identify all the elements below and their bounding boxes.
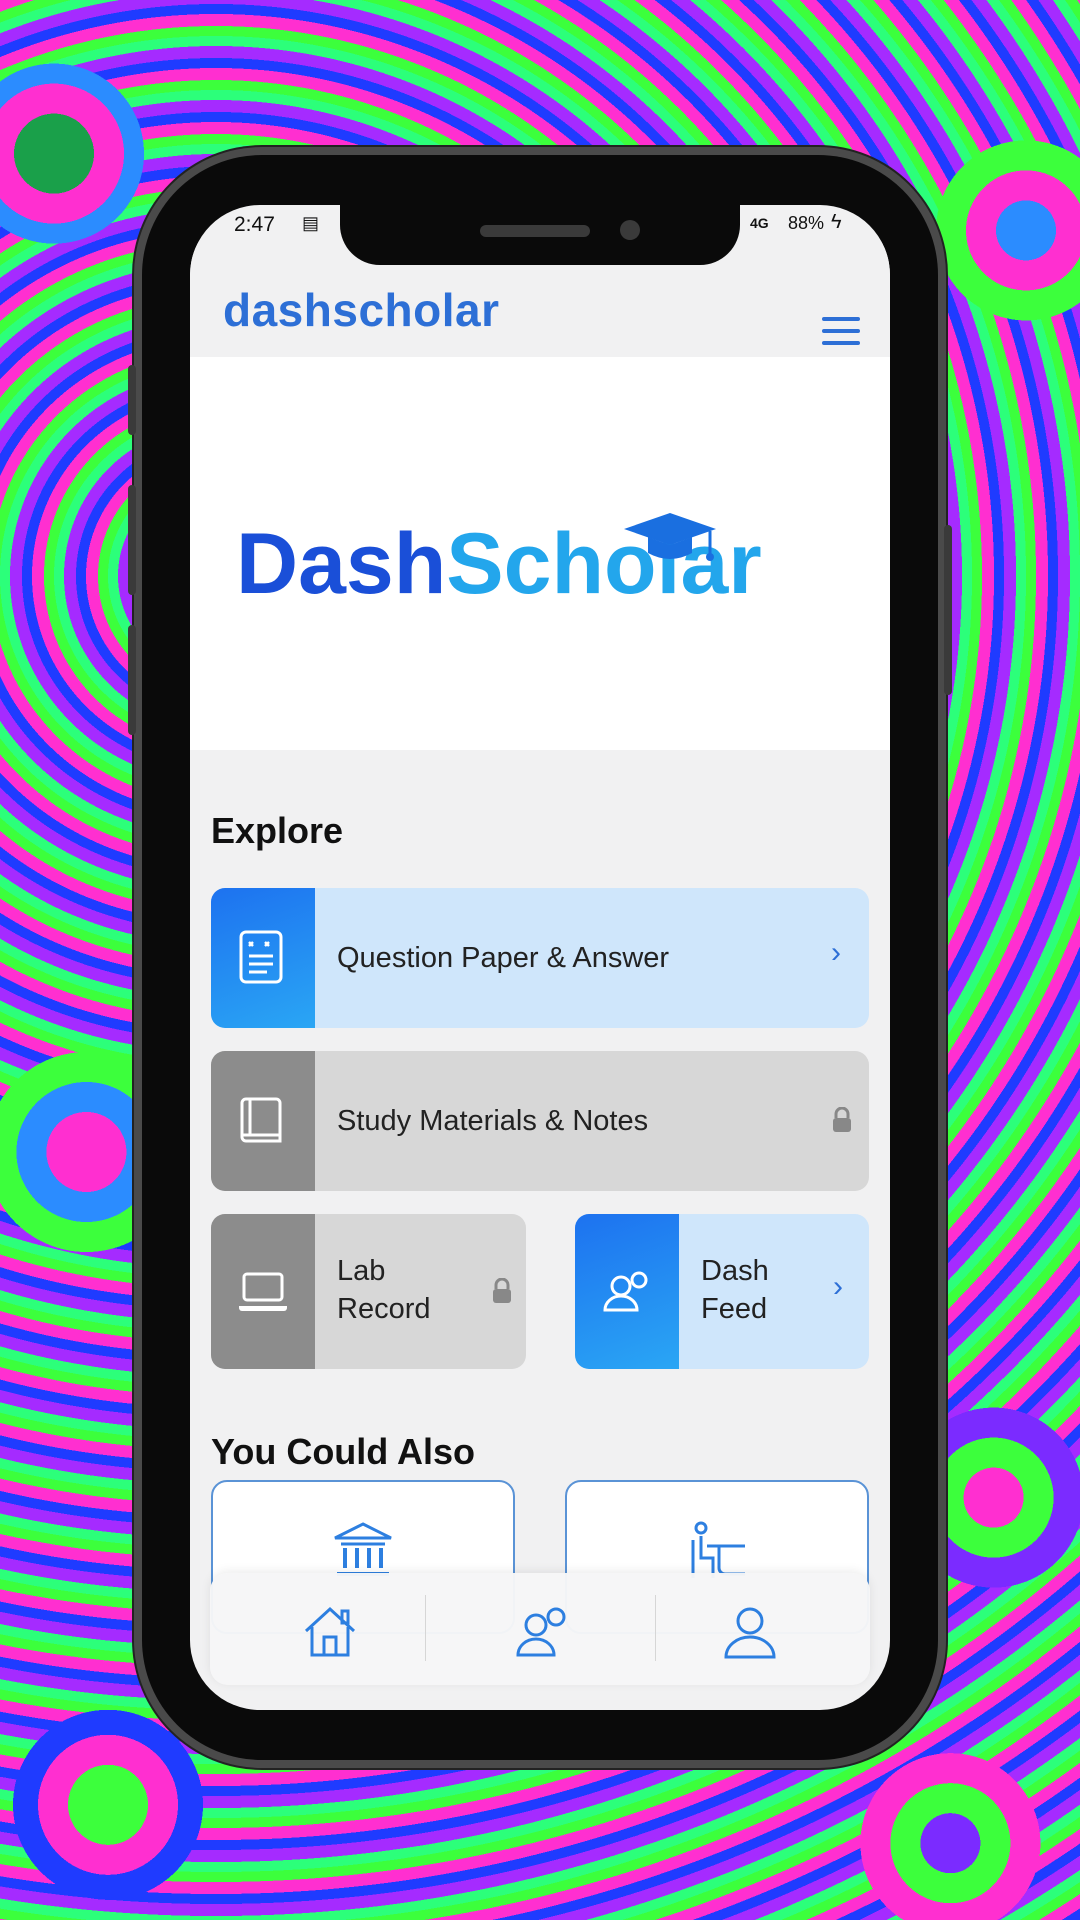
- speaker: [480, 225, 590, 237]
- mute-switch: [128, 365, 136, 435]
- question-paper-label: Question Paper & Answer: [337, 942, 670, 974]
- lab-record-label-line2: Record: [337, 1293, 431, 1325]
- user-feed-icon: [603, 1271, 648, 1311]
- bottom-navigation: [210, 1573, 870, 1685]
- explore-title: Explore: [211, 810, 344, 851]
- book-icon: [240, 1097, 282, 1143]
- hero-logo-dash: Dash: [236, 516, 447, 612]
- chevron-right-icon: ›: [831, 936, 841, 969]
- hamburger-menu-icon[interactable]: [822, 317, 860, 345]
- dash-feed-icon-box: [575, 1214, 679, 1369]
- network-indicator: 4G: [750, 215, 769, 231]
- status-time: 2:47: [234, 213, 275, 236]
- question-paper-icon: [239, 930, 283, 984]
- nav-divider: [425, 1595, 426, 1661]
- home-icon[interactable]: [300, 1601, 360, 1661]
- graduation-cap-icon: [624, 513, 716, 561]
- chevron-right-icon: ›: [833, 1270, 843, 1303]
- study-materials-icon-box: [211, 1051, 315, 1191]
- lab-record-icon-box: [211, 1214, 315, 1369]
- dash-feed-label-line2: Feed: [701, 1293, 768, 1325]
- charging-icon: ϟ: [831, 211, 842, 233]
- phone-frame: 2:47 ▤ 4G 88% ϟ dashscholar DashScholar …: [128, 155, 952, 1760]
- profile-icon[interactable]: [720, 1601, 780, 1661]
- nav-divider: [655, 1595, 656, 1661]
- lock-icon: [493, 1278, 511, 1303]
- power-button: [944, 525, 952, 695]
- study-materials-label: Study Materials & Notes: [337, 1105, 649, 1137]
- question-paper-card[interactable]: Question Paper & Answer ›: [211, 888, 869, 1028]
- lab-record-label-line1: Lab: [337, 1255, 386, 1287]
- question-paper-icon-box: [211, 888, 315, 1028]
- feed-icon[interactable]: [512, 1601, 572, 1661]
- volume-up-button: [128, 485, 136, 595]
- brand-logo[interactable]: dashscholar: [223, 283, 500, 337]
- lock-icon: [833, 1107, 851, 1132]
- notification-icon: ▤: [302, 213, 320, 233]
- phone-screen: 2:47 ▤ 4G 88% ϟ dashscholar DashScholar …: [190, 205, 890, 1710]
- study-materials-card[interactable]: Study Materials & Notes: [211, 1051, 869, 1191]
- battery-level: 88%: [788, 213, 825, 233]
- lab-record-card[interactable]: Lab Record: [211, 1214, 526, 1369]
- dash-feed-label-line1: Dash: [701, 1255, 769, 1287]
- laptop-icon: [239, 1272, 287, 1311]
- you-could-also-title: You Could Also: [211, 1431, 475, 1472]
- notch: [340, 205, 740, 265]
- hero-banner: DashScholar: [190, 357, 890, 750]
- front-camera: [620, 220, 640, 240]
- volume-down-button: [128, 625, 136, 735]
- dash-feed-card[interactable]: Dash Feed ›: [575, 1214, 869, 1369]
